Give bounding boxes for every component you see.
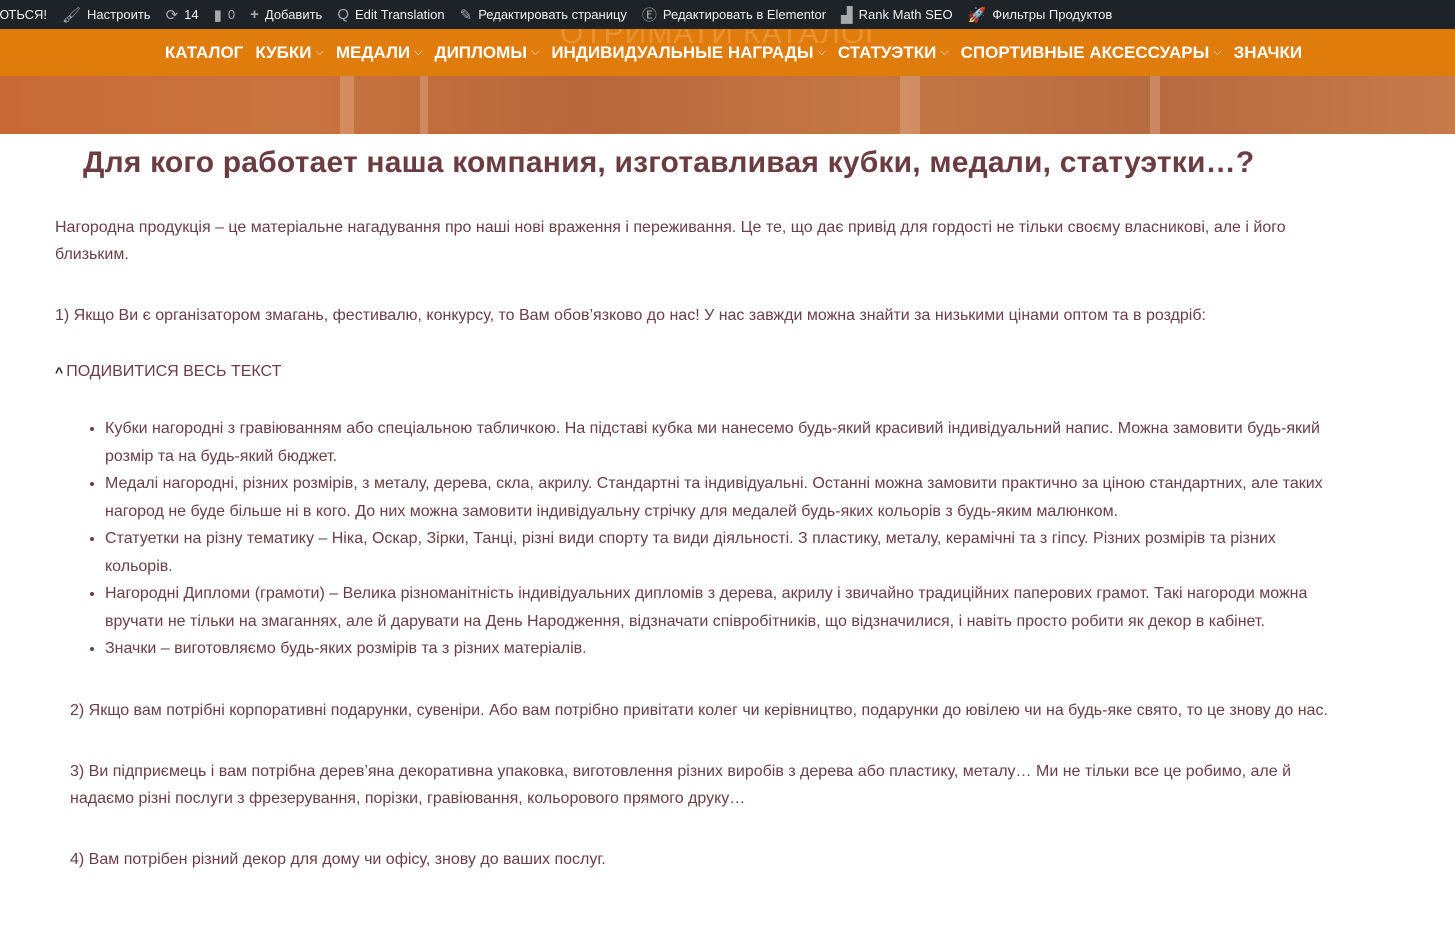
- updates-icon: ⟳: [165, 6, 179, 24]
- admin-item-elementor[interactable]: Ⓔ Редактировать в Elementor: [642, 4, 826, 25]
- nav-cups[interactable]: КУБКИ ⌵: [255, 43, 324, 63]
- chevron-down-icon: ⌵: [414, 46, 423, 58]
- show-full-text-toggle[interactable]: ^ ПОДИВИТИСЯ ВЕСЬ ТЕКСТ: [55, 363, 1400, 381]
- chevron-down-icon: ⌵: [315, 46, 324, 58]
- admin-item-edit-translation[interactable]: Q Edit Translation: [337, 6, 444, 23]
- admin-item-product-filters[interactable]: 🚀 Фильтры Продуктов: [968, 6, 1113, 24]
- chevron-down-icon: ⌵: [530, 46, 540, 58]
- admin-item-rank-math[interactable]: ▟ Rank Math SEO: [841, 6, 952, 24]
- nav-medals[interactable]: МЕДАЛИ ⌵: [336, 43, 423, 63]
- caret-up-icon: ^: [55, 364, 64, 380]
- admin-item-customize[interactable]: 🖌 Настроить: [62, 6, 151, 24]
- hero-banner: ОТРИМАТИ КАТАЛОГ КАТАЛОГ КУБКИ ⌵ МЕДАЛИ ⌵ …: [0, 29, 1455, 134]
- comment-icon: ▮: [213, 6, 222, 24]
- point-1: 1) Якщо Ви є організатором змагань, фест…: [55, 307, 1206, 324]
- product-list: Кубки нагородні з гравіюванням або спеці…: [105, 415, 1335, 663]
- chevron-down-icon: ⌵: [817, 46, 826, 58]
- point-3: 3) Ви підприємець і вам потрібна дерев’я…: [70, 762, 1292, 807]
- page-title: Для кого работает наша компания, изготав…: [83, 146, 1255, 179]
- point-4: 4) Вам потрібен різний декор для дому чи…: [70, 850, 606, 868]
- plus-icon: +: [250, 6, 259, 23]
- pencil-icon: ✎: [459, 6, 473, 24]
- admin-item-truncated[interactable]: ЮТЬСЯ!: [0, 7, 47, 22]
- list-item: Статуетки на різну тематику – Ніка, Оска…: [105, 525, 1335, 580]
- rocket-icon: 🚀: [967, 6, 987, 24]
- rank-math-icon: ▟: [841, 6, 853, 24]
- content: Для кого работает наша компания, изготав…: [0, 146, 1455, 873]
- translate-icon: Q: [337, 6, 349, 23]
- nav-catalog[interactable]: КАТАЛОГ: [165, 43, 243, 63]
- nav-sport-accessories[interactable]: СПОРТИВНЫЕ АКСЕССУАРЫ ⌵: [961, 43, 1222, 63]
- intro-paragraph: Нагородна продукція – це матеріальне наг…: [55, 219, 1286, 263]
- nav-individual-awards[interactable]: ИНДИВИДУАЛЬНЫЕ НАГРАДЫ ⌵: [551, 43, 826, 63]
- list-item: Значки – виготовляємо будь-яких розмірів…: [105, 635, 1335, 663]
- list-item: Кубки нагородні з гравіюванням або спеці…: [105, 415, 1335, 470]
- admin-item-comments[interactable]: ▮ 0: [214, 6, 236, 24]
- list-item: Медалі нагородні, різних розмірів, з мет…: [105, 470, 1335, 525]
- nav-statuettes[interactable]: СТАТУЭТКИ ⌵: [838, 43, 949, 63]
- admin-bar: ЮТЬСЯ! 🖌 Настроить ⟳ 14 ▮ 0 + Добавить Q Edit…: [0, 0, 1455, 29]
- elementor-icon: Ⓔ: [641, 7, 657, 24]
- point-2: 2) Якщо вам потрібні корпоративні подару…: [70, 701, 1328, 719]
- chevron-down-icon: ⌵: [1213, 46, 1222, 58]
- nav-diplomas[interactable]: ДИПЛОМЫ ⌵: [434, 43, 539, 63]
- admin-item-updates[interactable]: ⟳ 14: [166, 6, 199, 24]
- list-item: Нагородні Дипломи (грамоти) – Велика різ…: [105, 580, 1335, 635]
- nav-badges[interactable]: ЗНАЧКИ: [1234, 43, 1302, 63]
- brush-icon: 🖌: [61, 6, 82, 24]
- chevron-down-icon: ⌵: [940, 46, 949, 58]
- admin-item-new[interactable]: + Добавить: [250, 6, 322, 23]
- admin-item-edit-page[interactable]: ✎ Редактировать страницу: [460, 6, 627, 24]
- main-nav: ОТРИМАТИ КАТАЛОГ КАТАЛОГ КУБКИ ⌵ МЕДАЛИ ⌵ …: [0, 29, 1455, 76]
